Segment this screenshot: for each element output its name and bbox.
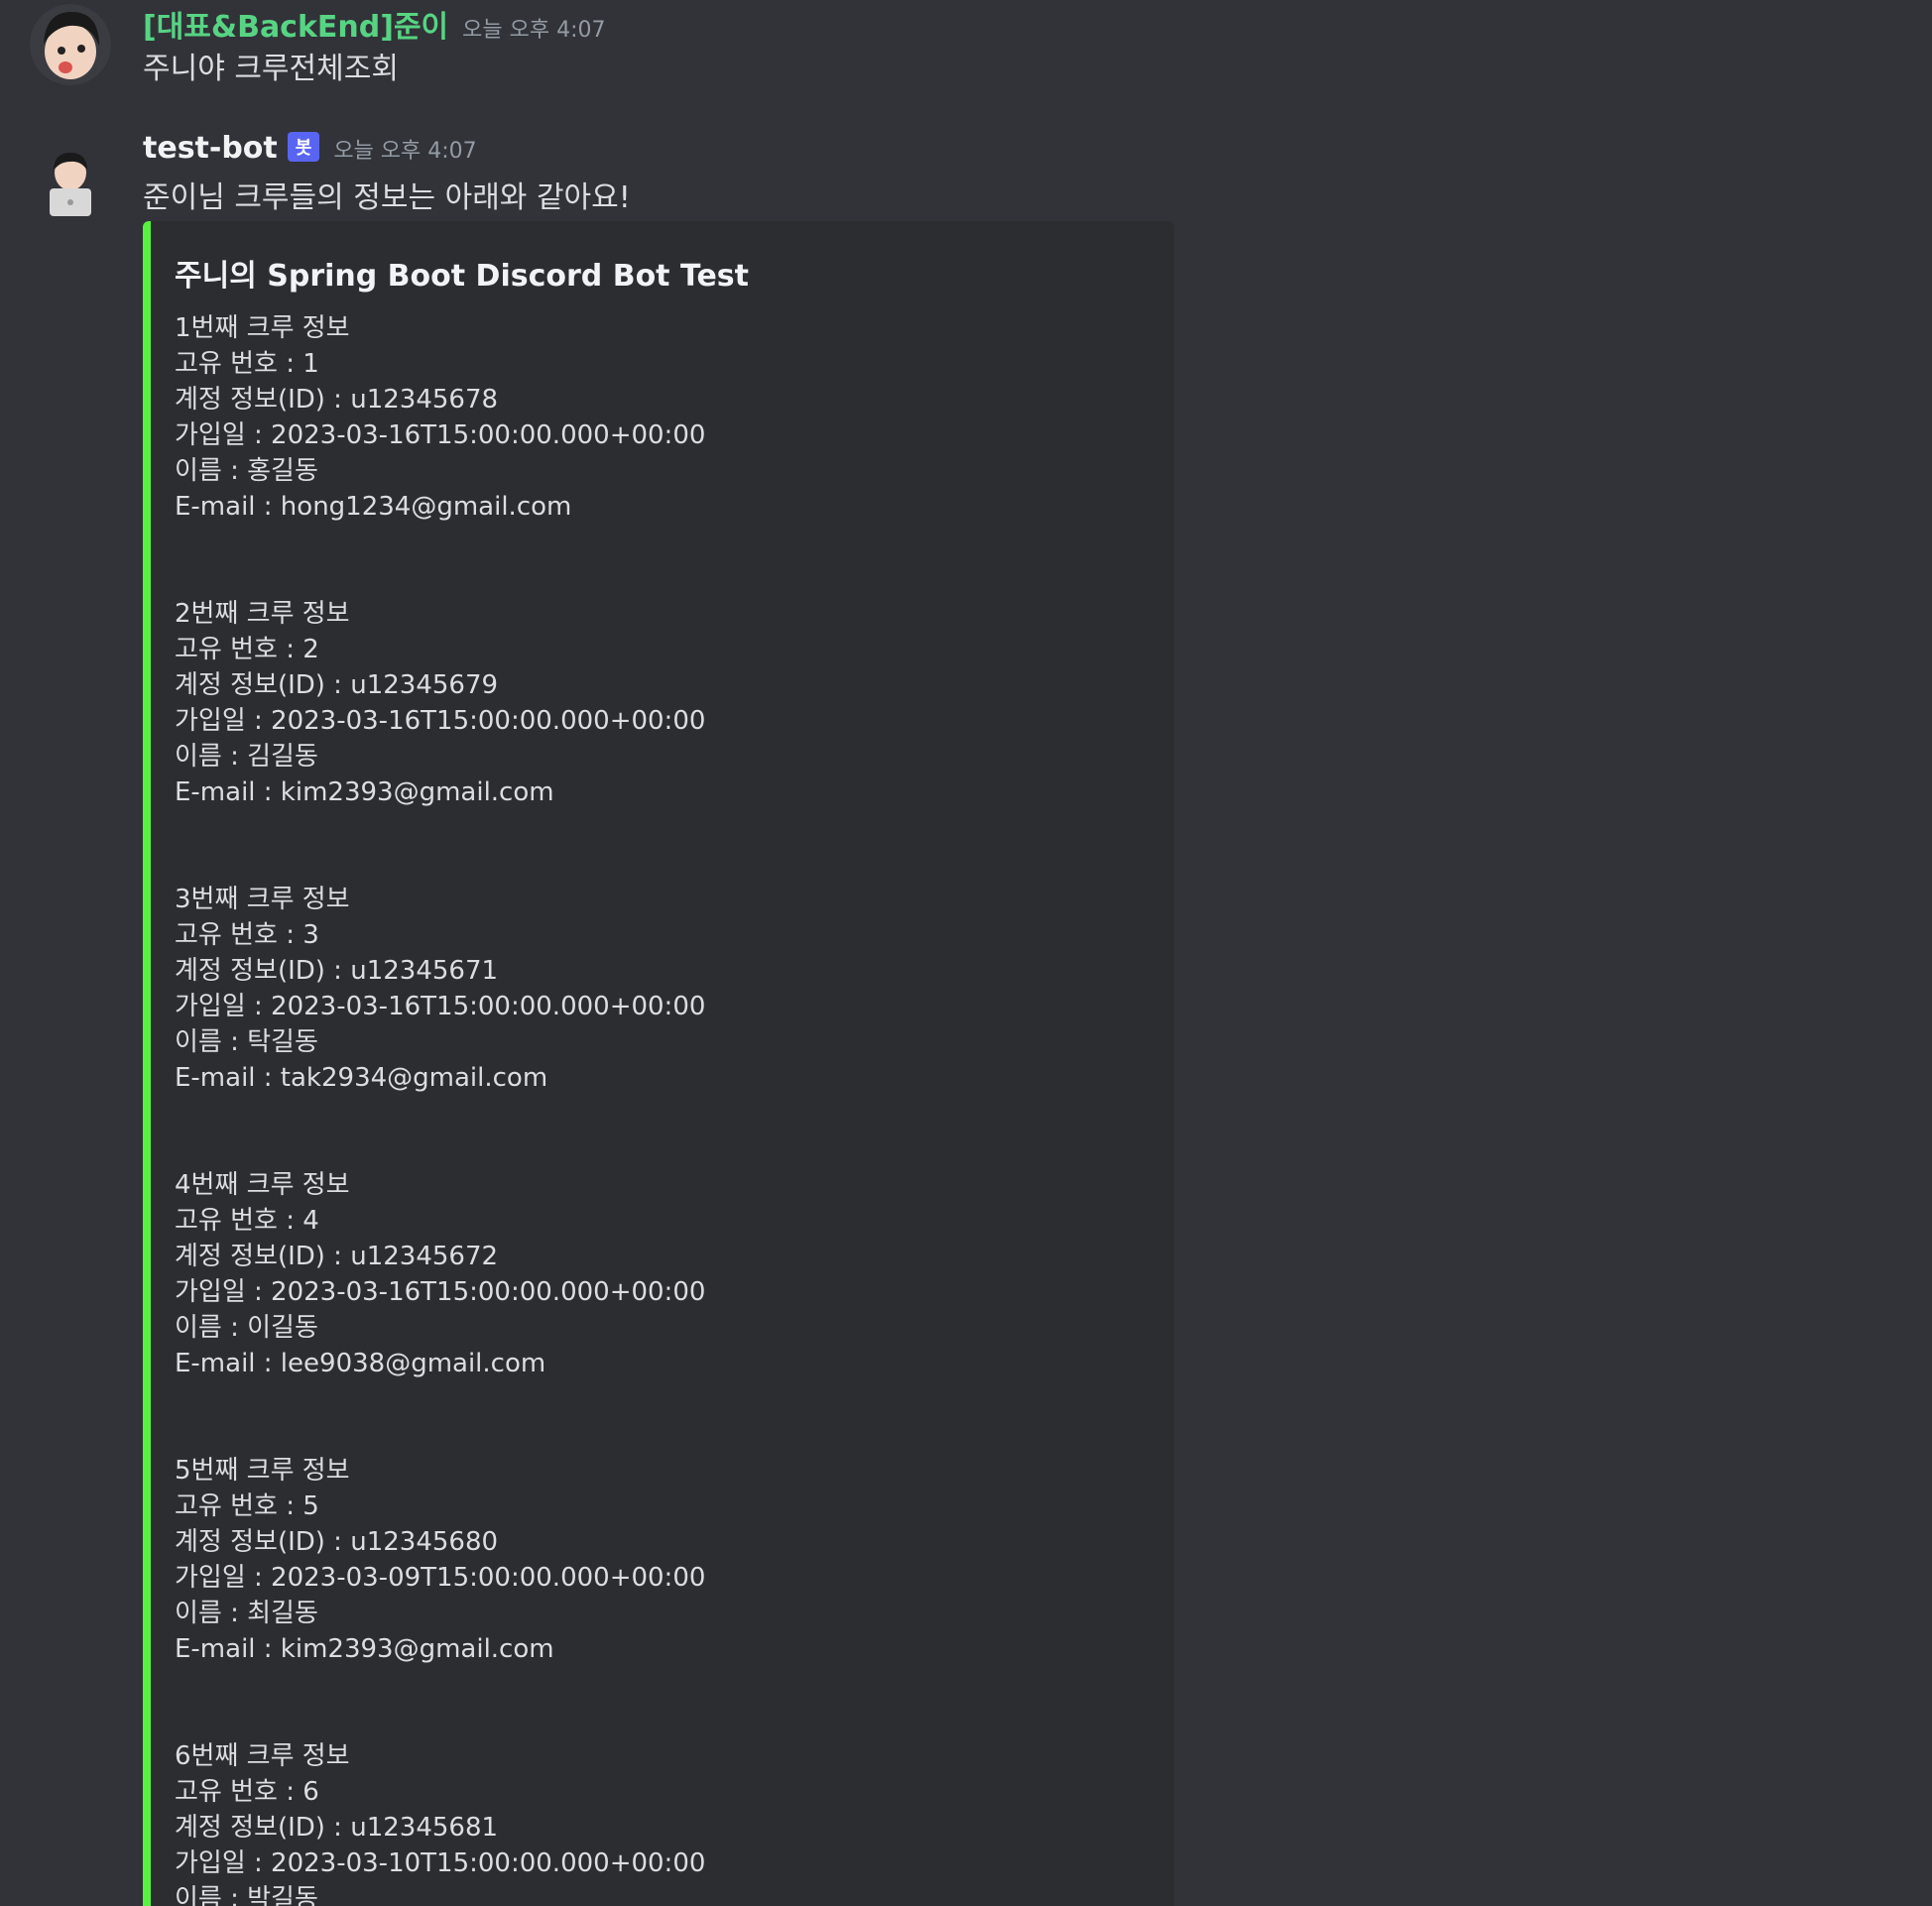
user-avatar-image [30,4,111,85]
crew-header: 6번째 크루 정보 [175,1741,350,1771]
crew-email: E-mail : kim2393@gmail.com [175,777,554,807]
crew-account-id: 계정 정보(ID) : u12345680 [175,1527,499,1557]
crew-unique-no: 고유 번호 : 2 [175,635,319,664]
bot-avatar-image [30,141,111,222]
crew-name: 이름 : 홍길동 [175,456,318,486]
crew-name: 이름 : 이길동 [175,1313,318,1343]
timestamp[interactable]: 오늘 오후 4:07 [333,139,476,164]
crew-unique-no: 고유 번호 : 4 [175,1206,319,1236]
crew-account-id: 계정 정보(ID) : u12345678 [175,385,499,415]
crew-joined: 가입일 : 2023-03-09T15:00:00.000+00:00 [175,1563,706,1593]
crew-name: 이름 : 최길동 [175,1599,318,1628]
crew-email: E-mail : hong1234@gmail.com [175,492,572,522]
crew-account-id: 계정 정보(ID) : u12345679 [175,670,499,700]
crew-joined: 가입일 : 2023-03-16T15:00:00.000+00:00 [175,706,706,736]
message-header: test-bot 봇 오늘 오후 4:07 [143,131,477,166]
crew-info-block: 1번째 크루 정보 고유 번호 : 1 계정 정보(ID) : u1234567… [175,310,705,525]
user-avatar[interactable] [30,4,111,85]
embed-card: 주니의 Spring Boot Discord Bot Test 1번째 크루 … [143,221,1174,1906]
bot-avatar[interactable] [30,141,111,222]
crew-joined: 가입일 : 2023-03-10T15:00:00.000+00:00 [175,1848,706,1878]
crew-unique-no: 고유 번호 : 1 [175,349,319,379]
crew-unique-no: 고유 번호 : 6 [175,1777,319,1807]
crew-info-block: 5번째 크루 정보 고유 번호 : 5 계정 정보(ID) : u1234568… [175,1453,705,1667]
crew-name: 이름 : 김길동 [175,742,318,772]
timestamp[interactable]: 오늘 오후 4:07 [462,18,605,43]
chat-log: [대표&BackEnd]준이 오늘 오후 4:07 주니야 크루전체조회 test… [0,0,1932,1906]
crew-header: 1번째 크루 정보 [175,313,350,343]
crew-name: 이름 : 박길동 [175,1884,318,1906]
crew-info-block: 6번째 크루 정보 고유 번호 : 6 계정 정보(ID) : u1234568… [175,1738,705,1906]
crew-joined: 가입일 : 2023-03-16T15:00:00.000+00:00 [175,1277,706,1307]
crew-joined: 가입일 : 2023-03-16T15:00:00.000+00:00 [175,420,706,450]
username[interactable]: test-bot [143,131,278,166]
message-text: 주니야 크루전체조회 [143,52,399,86]
message-header: [대표&BackEnd]준이 오늘 오후 4:07 [143,2,606,46]
crew-header: 4번째 크루 정보 [175,1170,350,1200]
username[interactable]: [대표&BackEnd]준이 [143,10,448,45]
crew-unique-no: 고유 번호 : 5 [175,1491,319,1521]
crew-account-id: 계정 정보(ID) : u12345681 [175,1813,499,1843]
crew-account-id: 계정 정보(ID) : u12345671 [175,956,499,986]
crew-name: 이름 : 탁길동 [175,1027,318,1057]
message-text: 준이님 크루들의 정보는 아래와 같아요! [143,180,631,215]
crew-header: 3번째 크루 정보 [175,885,350,914]
crew-email: E-mail : lee9038@gmail.com [175,1349,546,1378]
embed-title: 주니의 Spring Boot Discord Bot Test [175,259,749,294]
crew-header: 2번째 크루 정보 [175,599,350,629]
crew-info-block: 2번째 크루 정보 고유 번호 : 2 계정 정보(ID) : u1234567… [175,596,705,810]
crew-unique-no: 고유 번호 : 3 [175,920,319,950]
crew-info-block: 3번째 크루 정보 고유 번호 : 3 계정 정보(ID) : u1234567… [175,882,705,1096]
crew-email: E-mail : kim2393@gmail.com [175,1634,554,1664]
crew-account-id: 계정 정보(ID) : u12345672 [175,1242,499,1271]
crew-header: 5번째 크루 정보 [175,1456,350,1486]
crew-info-block: 4번째 크루 정보 고유 번호 : 4 계정 정보(ID) : u1234567… [175,1167,705,1381]
crew-joined: 가입일 : 2023-03-16T15:00:00.000+00:00 [175,992,706,1021]
crew-email: E-mail : tak2934@gmail.com [175,1063,548,1093]
bot-badge: 봇 [287,132,320,162]
